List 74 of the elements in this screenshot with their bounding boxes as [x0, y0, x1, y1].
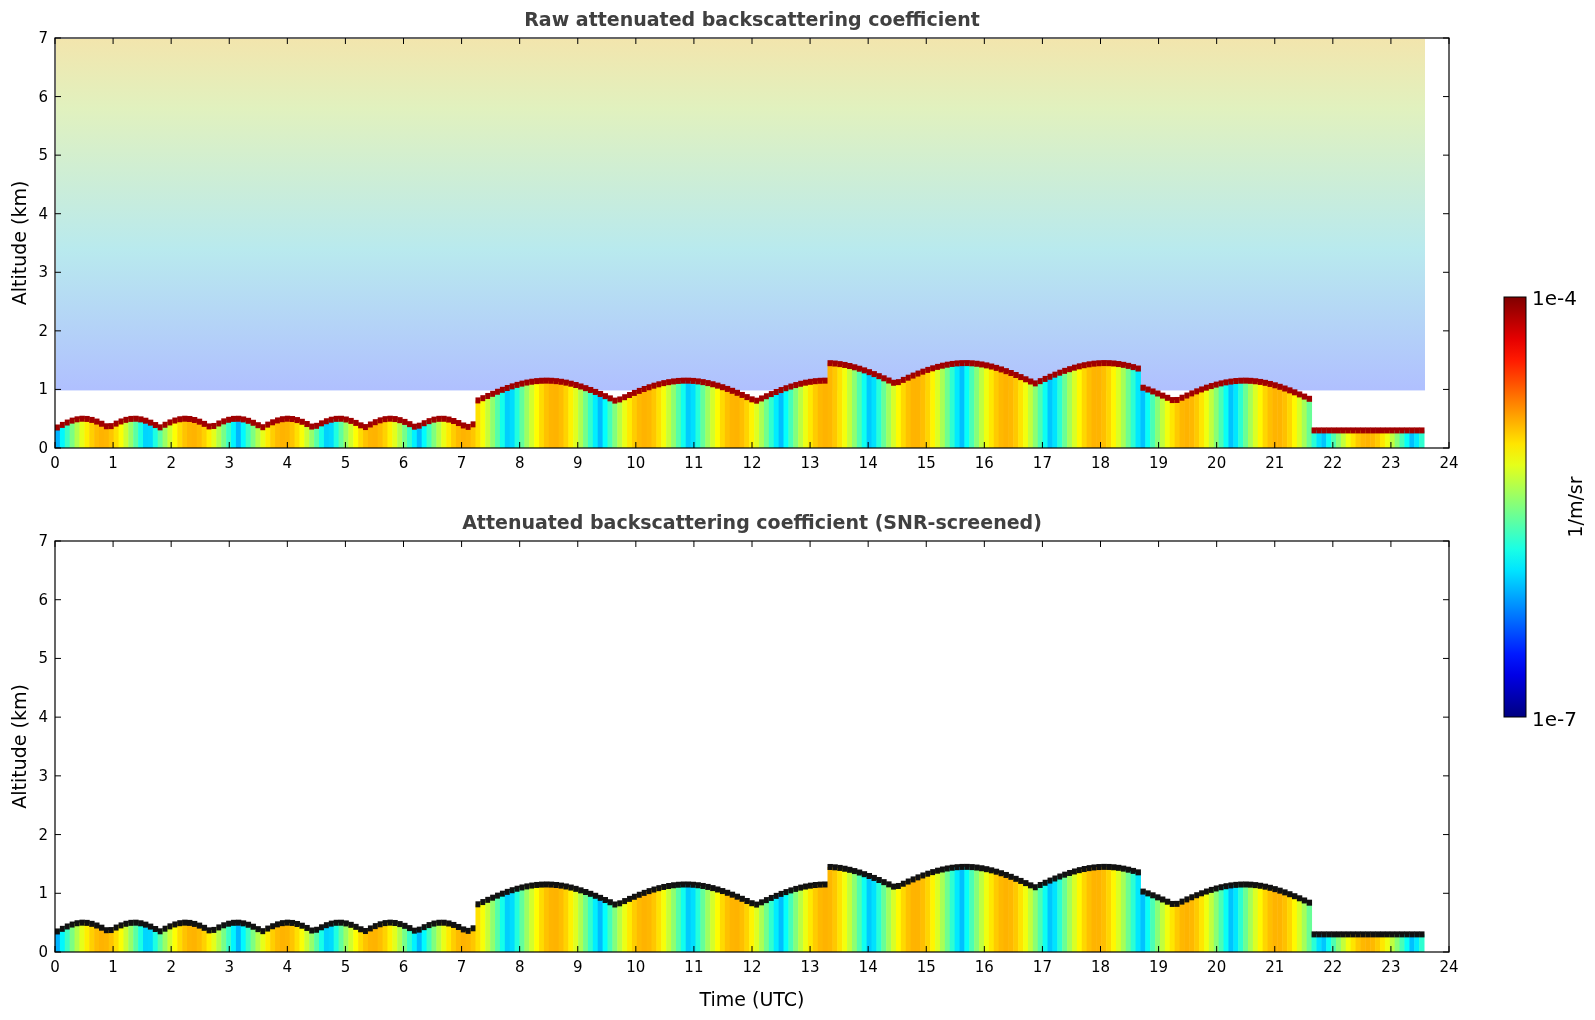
axis-tick-label: 9: [573, 958, 583, 976]
axis-tick-label: 8: [514, 454, 525, 472]
axis-tick-label: 15: [916, 958, 936, 976]
axis-tick-label: 6: [398, 454, 409, 472]
axis-tick-label: 1: [38, 884, 48, 903]
axis-tick-label: 22: [1323, 958, 1343, 976]
axis-tick-label: 24: [1439, 958, 1459, 976]
colorbar-tick-label: 1e-4: [1532, 286, 1577, 310]
chart-title: Attenuated backscattering coefficient (SNR-screened): [462, 511, 1042, 533]
axis-tick-label: 10: [626, 958, 646, 976]
axis-tick-label: 7: [456, 454, 467, 472]
axis-tick-label: 0: [50, 454, 60, 472]
axis-tick-label: 23: [1381, 958, 1401, 976]
axis-tick-label: 0: [50, 958, 60, 976]
axis-tick-label: 14: [858, 454, 878, 472]
axis-tick-label: 17: [1032, 454, 1052, 472]
axis-tick-label: 11: [684, 958, 704, 976]
axis-tick-label: 6: [38, 590, 48, 609]
axis-tick-label: 1: [108, 454, 118, 472]
axis-tick-label: 5: [38, 146, 48, 165]
axis-tick-label: 21: [1265, 454, 1285, 472]
axis-label: Time (UTC): [699, 988, 805, 1010]
axis-tick-label: 20: [1207, 454, 1227, 472]
axis-label: Altitude (km): [8, 180, 30, 306]
axis-tick-label: 13: [800, 454, 820, 472]
axis-label: Altitude (km): [8, 684, 30, 809]
axis-tick-label: 16: [974, 454, 994, 472]
axis-tick-label: 20: [1207, 958, 1227, 976]
axis-tick-label: 2: [166, 958, 176, 976]
axis-tick-label: 11: [684, 454, 704, 472]
axis-tick-label: 4: [38, 204, 48, 223]
axis-tick-label: 22: [1323, 454, 1343, 472]
axis-tick-label: 19: [1149, 454, 1169, 472]
axis-tick-label: 4: [282, 454, 293, 472]
axis-tick-label: 2: [166, 454, 176, 472]
colorbar-label: 1/m/sr: [1564, 476, 1586, 538]
axis-tick-label: 6: [38, 87, 48, 106]
axis-tick-label: 19: [1149, 958, 1169, 976]
axis-tick-label: 7: [38, 29, 48, 47]
axis-tick-label: 12: [742, 454, 762, 472]
axis-tick-label: 0: [38, 943, 48, 961]
axis-tick-label: 2: [38, 825, 48, 844]
axis-tick-label: 5: [340, 958, 351, 976]
axis-tick-label: 17: [1032, 958, 1052, 976]
axis-tick-label: 1: [108, 958, 118, 976]
axis-tick-label: 4: [282, 958, 293, 976]
axis-tick-label: 23: [1381, 454, 1401, 472]
axis-tick-label: 5: [340, 454, 351, 472]
axis-tick-label: 18: [1090, 958, 1111, 976]
axis-tick-label: 3: [224, 958, 234, 976]
axis-tick-label: 15: [916, 454, 936, 472]
colorbar-tick-label: 1e-7: [1532, 707, 1577, 731]
chart-title: Raw attenuated backscattering coefficient: [524, 8, 980, 30]
axis-tick-label: 10: [626, 454, 646, 472]
axis-tick-label: 7: [456, 958, 467, 976]
axis-tick-label: 5: [38, 649, 48, 668]
axis-tick-label: 14: [858, 958, 878, 976]
axis-tick-label: 3: [38, 766, 48, 785]
axis-tick-label: 18: [1090, 454, 1111, 472]
axis-tick-label: 0: [38, 439, 48, 457]
axis-tick-label: 16: [974, 958, 994, 976]
axis-tick-label: 2: [38, 321, 48, 340]
axis-tick-label: 3: [224, 454, 234, 472]
axis-tick-label: 13: [800, 958, 820, 976]
axis-tick-label: 6: [398, 958, 409, 976]
axis-tick-label: 4: [38, 708, 48, 727]
axis-tick-label: 9: [573, 454, 583, 472]
axis-tick-label: 7: [38, 532, 48, 550]
axis-tick-label: 8: [514, 958, 525, 976]
axis-tick-label: 3: [38, 263, 48, 282]
axis-tick-label: 12: [742, 958, 762, 976]
axis-tick-label: 1: [38, 380, 48, 399]
axis-tick-label: 24: [1439, 454, 1459, 472]
axis-tick-label: 21: [1265, 958, 1285, 976]
